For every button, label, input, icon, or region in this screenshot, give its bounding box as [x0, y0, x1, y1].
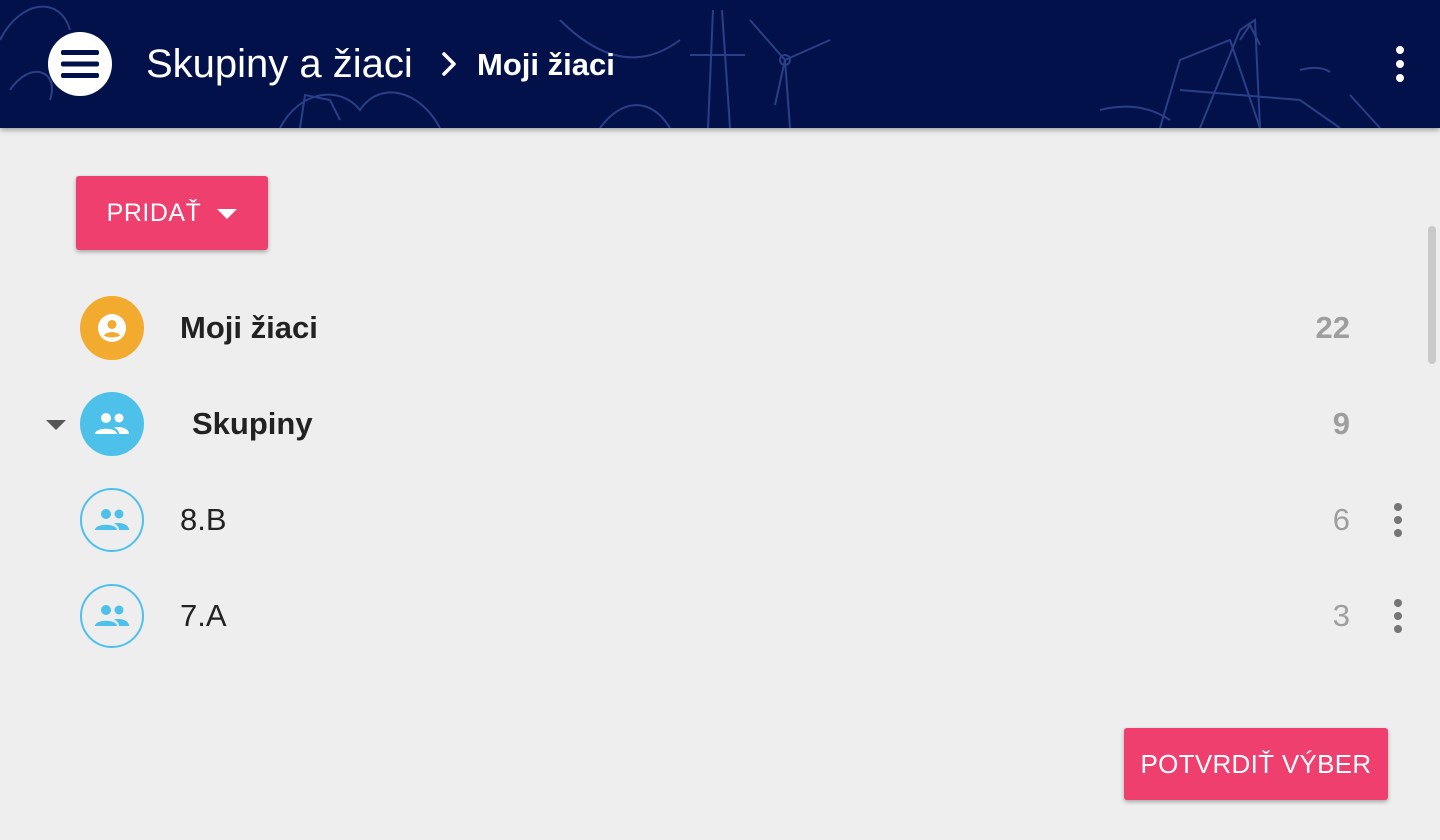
chevron-right-icon	[442, 52, 456, 76]
list-item-group-8b[interactable]: 8.B 6	[40, 472, 1420, 568]
list-item-label: 7.A	[180, 598, 227, 633]
list-item-label: Moji žiaci	[180, 310, 318, 345]
row-more-button[interactable]	[1384, 500, 1412, 540]
list-item-label: Skupiny	[192, 406, 313, 441]
list-item-group-7a[interactable]: 7.A 3	[40, 568, 1420, 664]
scrollbar[interactable]	[1428, 226, 1436, 364]
add-button-label: PRIDAŤ	[106, 198, 202, 227]
breadcrumb-current: Moji žiaci	[477, 47, 615, 82]
list-item-count: 9	[1332, 406, 1350, 441]
add-button[interactable]: PRIDAŤ	[76, 176, 268, 250]
expand-arrow-icon[interactable]	[46, 420, 66, 430]
menu-button[interactable]	[48, 32, 112, 96]
dropdown-arrow-icon	[217, 209, 238, 219]
more-vert-icon	[1394, 599, 1402, 607]
avatar	[80, 296, 144, 360]
list-item-label: 8.B	[180, 502, 227, 537]
list-item-count: 6	[1332, 502, 1350, 537]
more-vert-icon	[1396, 46, 1404, 54]
group-icon	[95, 413, 129, 434]
breadcrumb-parent[interactable]: Skupiny a žiaci	[146, 40, 413, 88]
confirm-selection-button[interactable]: POTVRDIŤ VÝBER	[1124, 728, 1388, 800]
app-header: Skupiny a žiaci Moji žiaci	[0, 0, 1440, 128]
list-item-groups[interactable]: Skupiny 9	[40, 376, 1420, 472]
avatar	[80, 488, 144, 552]
group-icon	[95, 509, 129, 530]
avatar	[80, 584, 144, 648]
more-vert-icon	[1394, 503, 1402, 511]
hamburger-menu-icon	[61, 50, 99, 78]
avatar	[80, 392, 144, 456]
list-item-count: 22	[1315, 310, 1350, 345]
row-more-button[interactable]	[1384, 596, 1412, 636]
group-icon	[95, 605, 129, 626]
list-item-my-students[interactable]: Moji žiaci 22	[40, 280, 1420, 376]
person-circle-icon	[98, 314, 126, 342]
list-item-count: 3	[1332, 598, 1350, 633]
header-more-button[interactable]	[1384, 44, 1416, 84]
